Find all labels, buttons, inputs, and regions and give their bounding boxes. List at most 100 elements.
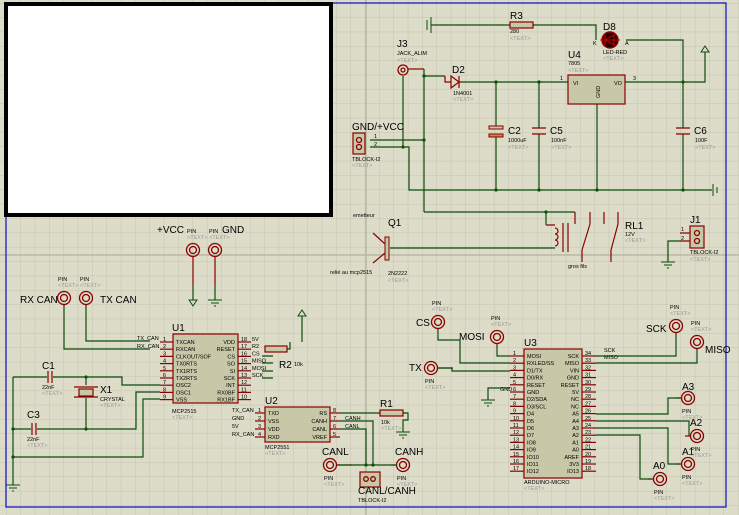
- d8-text: <TEXT>: [603, 56, 623, 62]
- u3-pin-name: MISO: [565, 361, 580, 367]
- j1-pin1: 1: [681, 227, 684, 233]
- r3-value: 280: [510, 29, 519, 35]
- u3-pin-num: 10: [513, 416, 519, 422]
- u1-pin-num: 14: [241, 366, 247, 372]
- u1-pin-num: 8: [163, 387, 166, 393]
- j1-value: TBLOCK-I2: [690, 250, 718, 256]
- u3-pin-name: RESET: [561, 383, 580, 389]
- d8-a: A: [625, 41, 629, 47]
- u3-pin-num: 1: [513, 351, 516, 357]
- u1-pin-num: 2: [163, 344, 166, 350]
- u1-pin-name: RX1BF: [217, 398, 235, 404]
- u4-gnd: GND: [596, 86, 602, 98]
- j3-ref: J3: [397, 39, 408, 50]
- x1-text: <TEXT>: [100, 403, 120, 409]
- u1-pin-name: CS: [227, 354, 235, 360]
- u1-net-rxcan: RX_CAN: [137, 344, 159, 350]
- u3-pin-num: 21: [585, 445, 591, 451]
- u1-net-label: 5V: [252, 337, 259, 343]
- u3-pin-name: D4: [527, 412, 534, 418]
- u3-pin-name: MOSI: [527, 354, 542, 360]
- j3-value: JACK_ALIM: [397, 51, 427, 57]
- u1-pin-num: 3: [163, 351, 166, 357]
- u1-net-label: CS: [252, 351, 260, 357]
- u4-vi: VI: [573, 81, 579, 87]
- u2-pin-num: 8: [333, 408, 336, 414]
- u3-pin-num: 22: [585, 437, 591, 443]
- u2-pin-num: 4: [258, 432, 261, 438]
- pin-canh-label: CANH: [395, 447, 423, 458]
- d2-text: <TEXT>: [453, 97, 473, 103]
- u3-pin-num: 20: [585, 452, 591, 458]
- rl1-ref: RL1: [625, 221, 644, 232]
- pin-sck-text: <TEXT>: [670, 311, 690, 317]
- u2-pin-name: CANH: [311, 419, 327, 425]
- u3-pin-num: 11: [513, 423, 519, 429]
- u1-pin-name: TXCAN: [176, 340, 195, 346]
- c1-text: <TEXT>: [42, 391, 62, 397]
- r2-ref: R2: [279, 360, 292, 371]
- u4-pin1: 1: [560, 76, 563, 82]
- u3-pin-num: 34: [585, 351, 591, 357]
- u2-text: <TEXT>: [265, 451, 285, 457]
- u1-pin-num: 9: [163, 395, 166, 401]
- u1-pin-num: 18: [241, 337, 247, 343]
- u3-pin-num: 14: [513, 445, 519, 451]
- u3-pin-num: 16: [513, 459, 519, 465]
- u3-pin-num: 18: [585, 466, 591, 472]
- q1-base-note: relié au mcp2515: [330, 270, 372, 276]
- u1-pin-num: 16: [241, 351, 247, 357]
- u1-net-label: MISO: [252, 359, 267, 365]
- u3-pin-num: 2: [513, 358, 516, 364]
- u1-pin-num: 5: [163, 366, 166, 372]
- u1-pin-name: TX0RTS: [176, 362, 197, 368]
- u2-net-label: 5V: [232, 424, 239, 430]
- u3-pin-name: IO9: [527, 448, 536, 454]
- u3-pin-num: 5: [513, 380, 516, 386]
- u3-pin-num: 13: [513, 437, 519, 443]
- q1-text: <TEXT>: [388, 278, 408, 284]
- u1-pin-name: SI: [230, 369, 236, 375]
- u1-net-txcan: TX_CAN: [137, 336, 159, 342]
- u2-net-label: GND: [232, 416, 244, 422]
- u3-pin-num: 28: [585, 394, 591, 400]
- r1-ref: R1: [380, 399, 393, 410]
- u1-pin-name: RX0BF: [217, 390, 235, 396]
- u1-pin-name: RESET: [217, 347, 236, 353]
- u1-pin-name: TX2RTS: [176, 376, 197, 382]
- u2-ref: U2: [265, 396, 278, 407]
- jcan-ref: CANL/CANH: [358, 486, 416, 497]
- pin-vcc-text: <TEXT>: [187, 235, 207, 241]
- u3-pin-name: A4: [572, 419, 579, 425]
- c1-ref: C1: [42, 361, 55, 372]
- u3-pin-name: D5: [527, 419, 534, 425]
- x1-ref: X1: [100, 385, 113, 396]
- u3-pin-num: 23: [585, 430, 591, 436]
- u3-pin-name: RXLED/SS: [527, 361, 555, 367]
- u3-net-sck: SCK: [604, 348, 616, 354]
- pin-tx-text: <TEXT>: [425, 385, 445, 391]
- pin-miso-label: MISO: [705, 345, 731, 356]
- u3-pin-name: A2: [572, 433, 579, 439]
- pin-cs-text: <TEXT>: [432, 307, 452, 313]
- pin-vcc-label: +VCC: [157, 225, 184, 236]
- u3-pin-name: D2/SDA: [527, 397, 547, 403]
- c6-ref: C6: [694, 126, 707, 137]
- u3-pin-name: A0: [572, 448, 579, 454]
- u3-pin-name: IO12: [527, 469, 539, 475]
- u1-net-label: SCK: [252, 373, 264, 379]
- c2-value: 1000uF: [508, 138, 527, 144]
- u3-pin-name: D1/TX: [527, 368, 543, 374]
- u4-text: <TEXT>: [568, 68, 588, 74]
- u1-pin-num: 10: [241, 395, 247, 401]
- u3-pin-num: 27: [585, 401, 591, 407]
- u3-pin-num: 25: [585, 416, 591, 422]
- pin-rx-can-text: <TEXT>: [58, 283, 78, 289]
- u3-pin-name: D3/SCL: [527, 404, 546, 410]
- u1-pin-num: 11: [241, 387, 247, 393]
- q1-ref: Q1: [388, 218, 402, 229]
- u1-pin-num: 1: [163, 337, 166, 343]
- schematic-canvas[interactable]: R3 280 <TEXT> D8 K A LED-RED <TEXT> J3 J…: [0, 0, 739, 515]
- u1-pin-name: OSC1: [176, 390, 191, 396]
- u2-pin-num: 2: [258, 416, 261, 422]
